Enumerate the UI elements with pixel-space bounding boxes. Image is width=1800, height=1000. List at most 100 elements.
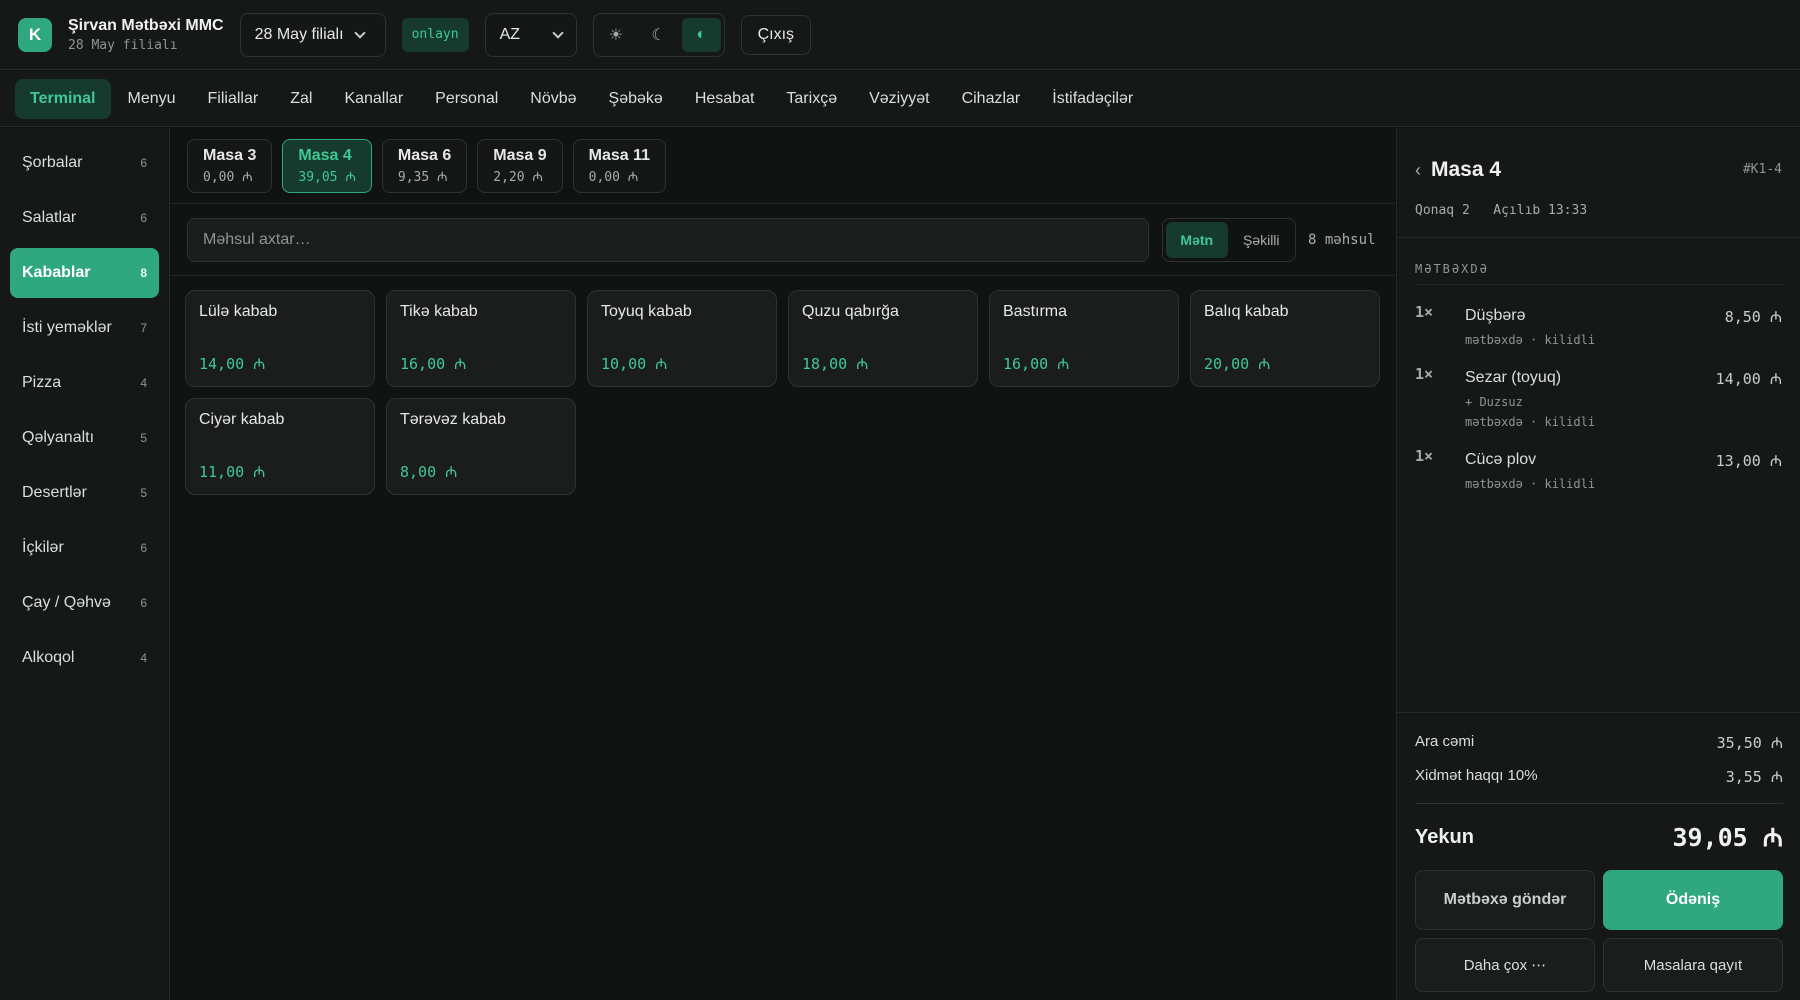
line-modifier: + Duzsuz xyxy=(1465,395,1523,409)
table-amount: 9,35 ₼ xyxy=(397,169,448,185)
line-name: Cücə plov xyxy=(1465,451,1537,468)
product-name: Balıq kabab xyxy=(1204,303,1289,320)
table-amount: 0,00 ₼ xyxy=(203,169,253,185)
moon-icon[interactable]: ☾ xyxy=(639,18,678,52)
table-name: Masa 11 xyxy=(588,146,651,164)
product-card[interactable]: Toyuq kabab 10,00 ₼ xyxy=(587,290,777,387)
category-count: 4 xyxy=(140,376,147,390)
product-card[interactable]: Balıq kabab 20,00 ₼ xyxy=(1190,290,1380,387)
nav-item-sebeke[interactable]: Şəbəkə xyxy=(594,79,678,119)
table-tab[interactable]: Masa 9 2,20 ₼ xyxy=(477,138,563,193)
brand-name: Şirvan Mətbəxi MMC xyxy=(68,16,224,34)
branch-select[interactable]: 28 May filialı xyxy=(239,12,386,57)
nav-item-zal[interactable]: Zal xyxy=(275,79,327,119)
product-card[interactable]: Tərəvəz kabab 8,00 ₼ xyxy=(386,398,576,495)
product-price: 16,00 ₼ xyxy=(1003,355,1070,373)
table-tab[interactable]: Masa 3 0,00 ₼ xyxy=(187,138,273,193)
order-id: #K1-4 xyxy=(1742,162,1782,177)
category-item[interactable]: Çay / Qəhvə 6 xyxy=(10,578,159,628)
line-status: mətbəxdə · kilidli xyxy=(1465,333,1596,347)
product-name: Lülə kabab xyxy=(199,303,278,320)
order-line[interactable]: 1× Sezar (toyuq) + Duzsuz mətbəxdə · kil… xyxy=(1397,365,1800,429)
top-bar: K Şirvan Mətbəxi MMC 28 May filialı 28 M… xyxy=(0,0,1800,70)
nav-item-menyu[interactable]: Menyu xyxy=(113,79,191,119)
category-item[interactable]: İçkilər 6 xyxy=(10,523,159,573)
half-circle-icon[interactable]: ◐ xyxy=(681,17,721,52)
status-badge: onlayn xyxy=(401,17,469,52)
table-tab[interactable]: Masa 4 39,05 ₼ xyxy=(282,138,372,193)
nav-item-tarixce[interactable]: Tarixçə xyxy=(771,79,852,119)
order-panel: ‹ Masa 4 #K1-4 Qonaq 2 Açılıb 13:33 MƏTB… xyxy=(1396,128,1800,1000)
category-item[interactable]: Alkoqol 4 xyxy=(10,633,159,683)
product-price: 8,00 ₼ xyxy=(400,463,458,481)
view-toggle: Mətn Şəkilli xyxy=(1162,217,1296,262)
view-image-button[interactable]: Şəkilli xyxy=(1231,222,1293,258)
table-tab[interactable]: Masa 6 9,35 ₼ xyxy=(381,138,468,193)
send-to-kitchen-button[interactable]: Mətbəxə göndər xyxy=(1415,870,1595,930)
line-qty: 1× xyxy=(1415,447,1434,465)
nav-item-novbe[interactable]: Növbə xyxy=(515,79,591,119)
category-label: Qəlyanaltı xyxy=(22,429,95,446)
product-card[interactable]: Lülə kabab 14,00 ₼ xyxy=(185,290,375,387)
line-name: Düşbərə xyxy=(1465,307,1526,324)
line-qty: 1× xyxy=(1415,303,1434,321)
category-item[interactable]: İsti yeməklər 7 xyxy=(10,303,159,353)
product-card[interactable]: Quzu qabırğa 18,00 ₼ xyxy=(788,290,978,387)
service-value: 3,55 ₼ xyxy=(1725,768,1783,786)
pay-button[interactable]: Ödəniş xyxy=(1603,870,1783,930)
nav-item-terminal[interactable]: Terminal xyxy=(15,78,111,119)
product-count: 8 məhsul xyxy=(1308,231,1376,248)
nav-item-filiallar[interactable]: Filiallar xyxy=(193,79,274,119)
category-label: Desertlər xyxy=(22,484,87,501)
total-row: Yekun 39,05 ₼ xyxy=(1415,803,1783,854)
nav-item-hesabat[interactable]: Hesabat xyxy=(680,79,770,119)
nav-item-istifadeciler[interactable]: İstifadəçilər xyxy=(1037,79,1148,119)
view-text-button[interactable]: Mətn xyxy=(1166,221,1228,258)
product-name: Toyuq kabab xyxy=(601,303,692,320)
total-label: Yekun xyxy=(1415,825,1474,848)
language-select[interactable]: AZ xyxy=(484,12,577,57)
category-count: 5 xyxy=(140,486,147,500)
category-count: 6 xyxy=(140,541,147,555)
order-title: ‹ Masa 4 xyxy=(1415,158,1501,182)
category-item[interactable]: Şorbalar 6 xyxy=(10,138,159,188)
product-name: Tikə kabab xyxy=(400,303,478,320)
product-area: Masa 3 0,00 ₼ Masa 4 39,05 ₼ Masa 6 9,35 ₼ … xyxy=(171,128,1395,1000)
back-to-tables-button[interactable]: Masalara qayıt xyxy=(1603,938,1783,992)
product-price: 14,00 ₼ xyxy=(199,355,266,373)
table-name: Masa 4 xyxy=(298,146,352,164)
category-count: 5 xyxy=(140,431,147,445)
product-name: Ciyər kabab xyxy=(199,411,285,428)
table-name: Masa 3 xyxy=(203,146,257,164)
category-item[interactable]: Qəlyanaltı 5 xyxy=(10,413,159,463)
nav-item-cihazlar[interactable]: Cihazlar xyxy=(947,79,1036,119)
order-totals: Ara cəmi 35,50 ₼ Xidmət haqqı 10% 3,55 ₼… xyxy=(1397,712,1800,992)
table-amount: 2,20 ₼ xyxy=(493,169,543,185)
sun-icon[interactable]: ☀ xyxy=(597,18,636,52)
category-label: Alkoqol xyxy=(22,649,75,666)
product-card[interactable]: Ciyər kabab 11,00 ₼ xyxy=(185,398,375,495)
chevron-down-icon xyxy=(353,26,366,39)
order-line[interactable]: 1× Düşbərə mətbəxdə · kilidli 8,50 ₼ xyxy=(1397,303,1800,347)
table-tabs: Masa 3 0,00 ₼ Masa 4 39,05 ₼ Masa 6 9,35 ₼ … xyxy=(171,128,1395,204)
category-item[interactable]: Salatlar 6 xyxy=(10,193,159,243)
category-label: Salatlar xyxy=(22,209,77,226)
product-price: 20,00 ₼ xyxy=(1204,355,1271,373)
order-line[interactable]: 1× Cücə plov mətbəxdə · kilidli 13,00 ₼ xyxy=(1397,447,1800,491)
search-row: Mətn Şəkilli 8 məhsul xyxy=(171,204,1395,276)
product-search-input[interactable] xyxy=(187,217,1149,262)
category-item[interactable]: Kabablar 8 xyxy=(10,248,159,298)
more-button[interactable]: Daha çox ⋯ xyxy=(1415,938,1595,992)
product-card[interactable]: Bastırma 16,00 ₼ xyxy=(989,290,1179,387)
logout-button[interactable]: Çıxış xyxy=(740,14,812,55)
product-card[interactable]: Tikə kabab 16,00 ₼ xyxy=(386,290,576,387)
nav-item-kanallar[interactable]: Kanallar xyxy=(329,79,418,119)
category-item[interactable]: Pizza 4 xyxy=(10,358,159,408)
subtotal-value: 35,50 ₼ xyxy=(1716,734,1783,752)
nav-item-veziyyet[interactable]: Vəziyyət xyxy=(854,79,944,119)
category-item[interactable]: Desertlər 5 xyxy=(10,468,159,518)
table-tab[interactable]: Masa 11 0,00 ₼ xyxy=(572,138,667,193)
theme-switcher: ☀ ☾ ◐ xyxy=(592,12,725,57)
back-icon[interactable]: ‹ xyxy=(1415,160,1421,181)
nav-item-personal[interactable]: Personal xyxy=(420,79,513,119)
